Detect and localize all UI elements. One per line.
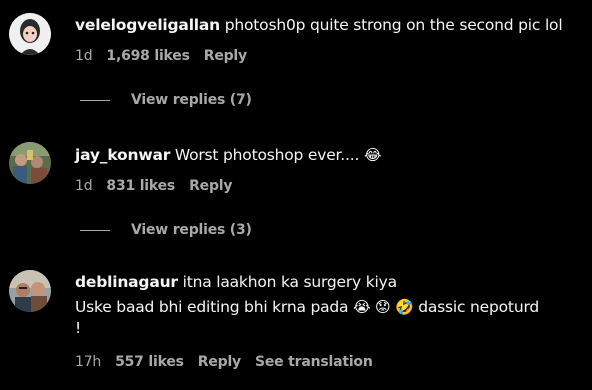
comment-time: 1d <box>75 178 93 194</box>
reply-button[interactable]: Reply <box>189 178 232 194</box>
avatar[interactable] <box>9 142 51 184</box>
view-replies-button[interactable]: View replies (3) <box>80 222 252 238</box>
view-replies-button[interactable]: View replies (7) <box>80 92 252 108</box>
comment-time: 1d <box>75 48 93 64</box>
comment-meta: 1d 831 likes Reply <box>75 178 233 194</box>
comment-body-line2: Uske baad bhi editing bhi krna pada <box>75 298 354 316</box>
comment-username[interactable]: velelogveligallan <box>75 16 220 34</box>
comment-body: Worst photoshop ever.... <box>170 146 360 164</box>
reply-button[interactable]: Reply <box>204 48 247 64</box>
comment-body-line2-end: dassic nepoturd <box>413 298 539 316</box>
view-replies-label: View replies (7) <box>131 92 252 108</box>
comment-body: itna laakhon ka surgery kiya <box>177 273 398 291</box>
comment-meta: 17h 557 likes Reply See translation <box>75 354 373 370</box>
comment-body-line3: ! <box>75 319 82 337</box>
likes-count[interactable]: 557 likes <box>115 354 184 370</box>
comment-text: velelogveligallan photosh0p quite strong… <box>75 15 582 36</box>
avatar-image <box>9 13 51 55</box>
comment-text: deblinagaur itna laakhon ka surgery kiya… <box>75 272 582 339</box>
avatar[interactable] <box>9 270 51 312</box>
replies-divider <box>80 99 110 101</box>
avatar-image <box>9 270 51 312</box>
likes-count[interactable]: 1,698 likes <box>106 48 190 64</box>
comment-time: 17h <box>75 354 102 370</box>
comment-meta: 1d 1,698 likes Reply <box>75 48 247 64</box>
comment-text: jay_konwar Worst photoshop ever.... 😂 <box>75 145 582 166</box>
comment-username[interactable]: jay_konwar <box>75 146 170 164</box>
comment-body: photosh0p quite strong on the second pic… <box>220 16 563 34</box>
likes-count[interactable]: 831 likes <box>106 178 175 194</box>
crying-emoji: 😭 😟 🤣 <box>353 298 414 316</box>
avatar[interactable] <box>9 13 51 55</box>
laughing-emoji: 😂 <box>363 146 382 164</box>
see-translation-button[interactable]: See translation <box>255 354 373 370</box>
replies-divider <box>80 229 110 231</box>
reply-button[interactable]: Reply <box>198 354 241 370</box>
comment-username[interactable]: deblinagaur <box>75 273 178 291</box>
view-replies-label: View replies (3) <box>131 222 252 238</box>
avatar-image <box>9 142 51 184</box>
